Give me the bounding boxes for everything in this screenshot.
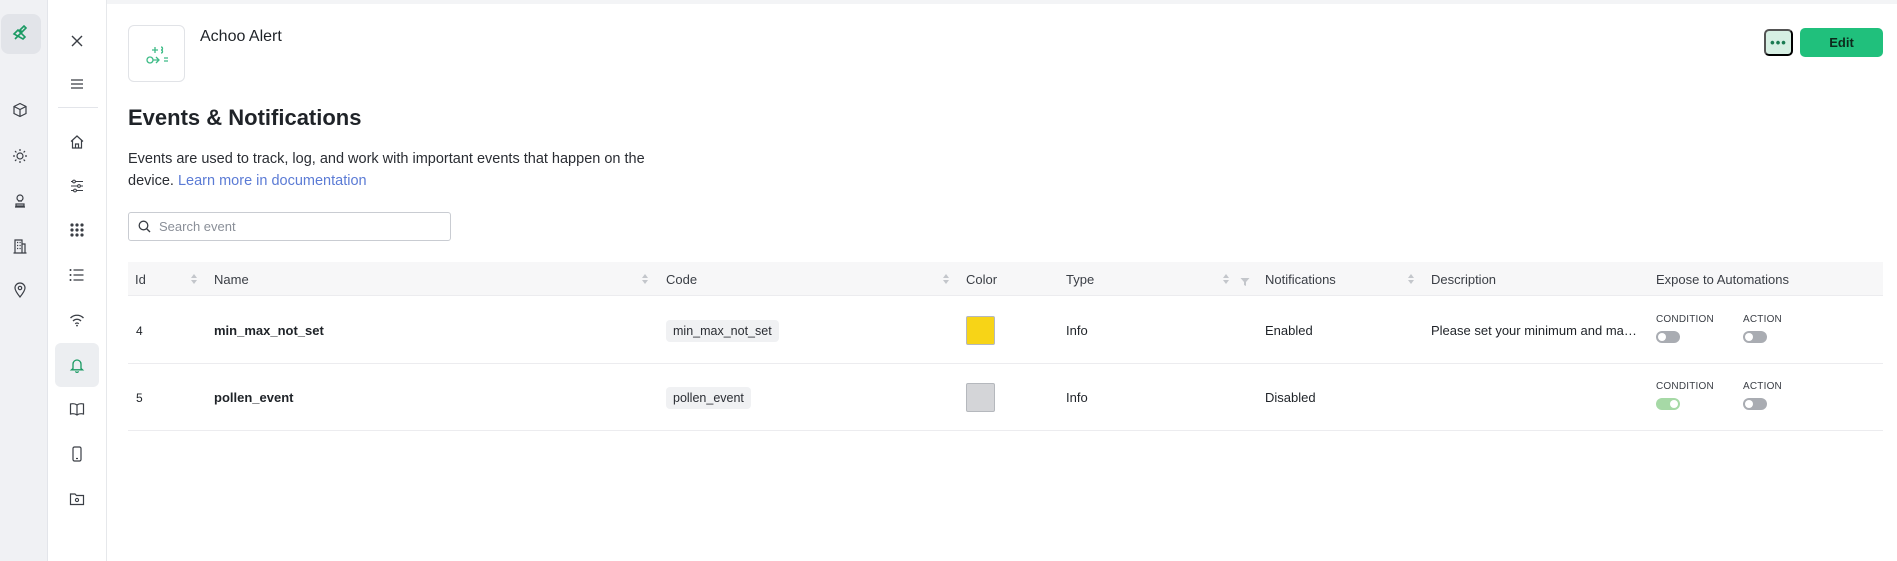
page-description: Events are used to track, log, and work … [128,148,648,192]
action-toggle[interactable] [1743,398,1767,410]
device-name: Achoo Alert [200,28,282,45]
book-icon[interactable] [55,387,99,431]
search-box [128,212,451,241]
event-code: pollen_event [666,386,751,409]
filter-icon[interactable] [1240,274,1250,286]
cube-icon[interactable] [9,99,31,121]
search-icon [138,220,152,234]
top-divider [107,0,1897,4]
event-notifications: Enabled [1265,323,1313,338]
event-id: 4 [136,323,143,338]
stamp-icon[interactable] [9,190,31,212]
action-label: ACTION [1743,381,1782,392]
table-row[interactable]: 4 min_max_not_set min_max_not_set Info E… [128,297,1883,364]
page-title: Events & Notifications [128,105,362,130]
sort-icon[interactable] [1222,274,1230,285]
home-icon[interactable] [55,120,99,164]
event-name: min_max_not_set [214,323,324,338]
column-header-code[interactable]: Code [666,262,697,296]
sort-icon[interactable] [641,274,649,285]
wifi-icon[interactable] [55,298,99,342]
column-header-name[interactable]: Name [214,262,249,296]
action-label: ACTION [1743,314,1782,325]
event-type: Info [1066,390,1088,405]
app-window: Achoo Alert ••• Edit Events & Notificati… [0,0,1897,561]
event-name: pollen_event [214,390,294,405]
event-code: min_max_not_set [666,319,779,342]
sort-icon[interactable] [190,274,198,285]
sun-icon[interactable] [9,145,31,167]
menu-icon[interactable] [55,62,99,106]
event-color-swatch [966,316,995,345]
building-icon[interactable] [9,235,31,257]
condition-toggle[interactable] [1656,331,1680,343]
list-icon[interactable] [55,253,99,297]
column-header-expose: Expose to Automations [1656,271,1789,287]
table-row[interactable]: 5 pollen_event pollen_event Info Disable… [128,364,1883,431]
bell-icon[interactable] [55,343,99,387]
column-header-color: Color [966,271,998,287]
condition-label: CONDITION [1656,381,1714,392]
grid-icon[interactable] [55,208,99,252]
sliders-icon[interactable] [55,164,99,208]
sort-icon[interactable] [1407,274,1415,285]
action-toggle-group: ACTION [1743,314,1782,343]
event-color-swatch [966,383,995,412]
action-toggle[interactable] [1743,331,1767,343]
tools-icon[interactable] [1,14,41,54]
action-toggle-group: ACTION [1743,381,1782,410]
table-header: Id Name Code Color Type Notifications De… [128,262,1883,296]
condition-label: CONDITION [1656,314,1714,325]
event-id: 5 [136,390,143,405]
condition-toggle-group: CONDITION [1656,314,1714,343]
app-rail [0,0,48,561]
event-type: Info [1066,323,1088,338]
event-notifications: Disabled [1265,390,1316,405]
column-header-notifications[interactable]: Notifications [1265,262,1336,296]
folder-icon[interactable] [55,477,99,521]
condition-toggle[interactable] [1656,398,1680,410]
sort-icon[interactable] [942,274,950,285]
more-options-button[interactable]: ••• [1764,29,1793,56]
search-input[interactable] [159,219,439,234]
device-icon [128,25,185,82]
column-header-description: Description [1431,271,1497,287]
condition-toggle-group: CONDITION [1656,381,1714,410]
close-icon[interactable] [55,19,99,63]
event-description [1431,364,1643,431]
column-header-type[interactable]: Type [1066,262,1094,296]
section-sidebar [48,0,107,561]
phone-icon[interactable] [55,432,99,476]
edit-button[interactable]: Edit [1800,28,1883,57]
sidebar-divider [58,107,98,108]
column-header-id[interactable]: Id [135,262,146,296]
documentation-link[interactable]: Learn more in documentation [178,173,367,189]
map-pin-icon[interactable] [9,279,31,301]
event-description: Please set your minimum and maxi... [1431,323,1643,338]
